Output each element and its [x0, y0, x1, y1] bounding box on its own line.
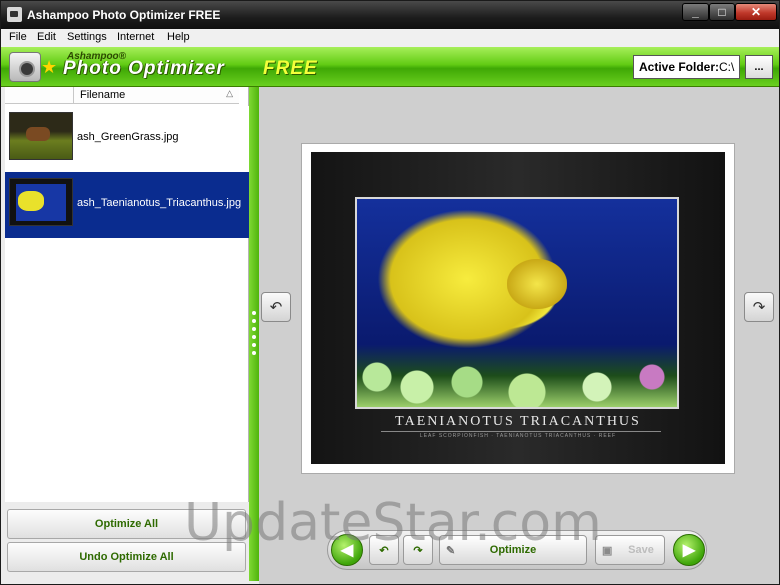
thumbnail-image — [9, 112, 73, 160]
brand-free: FREE — [263, 58, 318, 79]
floppy-icon: ▣ — [602, 544, 613, 557]
file-name: ash_Taenianotus_Triacanthus.jpg — [77, 197, 242, 209]
splitter-grip-icon — [252, 335, 256, 339]
close-button[interactable]: ✕ — [735, 3, 777, 21]
close-icon: ✕ — [750, 5, 762, 19]
active-folder-value: C:\ — [719, 60, 735, 74]
menu-help[interactable]: Help — [167, 31, 190, 43]
menu-settings[interactable]: Settings — [67, 31, 107, 43]
camera-logo-icon — [9, 52, 41, 82]
rotate-right-icon: ↷ — [752, 299, 766, 316]
photo-caption: TAENIANOTUS TRIACANTHUS — [395, 414, 641, 429]
list-item-selected[interactable]: ash_Taenianotus_Triacanthus.jpg — [5, 172, 249, 238]
rotate-left-icon: ↶ — [269, 299, 283, 316]
splitter-grip-icon — [252, 319, 256, 323]
title-bar: Ashampoo Photo Optimizer FREE _ □ ✕ — [1, 1, 779, 29]
window-title: Ashampoo Photo Optimizer FREE — [27, 8, 221, 22]
menu-file[interactable]: File — [9, 31, 27, 43]
photo-subcaption: LEAF SCORPIONFISH · TAENIANOTUS TRIACANT… — [419, 433, 617, 439]
thumbnail-image — [9, 178, 73, 226]
app-window: Ashampoo Photo Optimizer FREE _ □ ✕ File… — [0, 0, 780, 585]
arrow-right-icon: ▶ — [682, 542, 696, 559]
coral-shape — [357, 337, 677, 407]
next-image-button[interactable]: ↷ — [744, 292, 774, 322]
menu-internet[interactable]: Internet — [117, 31, 154, 43]
file-list: Filename △ ash_GreenGrass.jpg ash_Taenia… — [5, 87, 249, 502]
caption-divider — [381, 431, 661, 432]
active-folder-label: Active Folder: — [639, 60, 720, 74]
column-header-filename[interactable]: Filename △ — [73, 87, 239, 104]
maximize-icon: □ — [718, 5, 726, 19]
menu-edit[interactable]: Edit — [37, 31, 56, 43]
sort-icon: △ — [226, 88, 233, 98]
brand-name: Photo Optimizer — [63, 58, 225, 79]
splitter-grip-icon — [252, 351, 256, 355]
splitter-grip-icon — [252, 311, 256, 315]
minimize-icon: _ — [692, 5, 699, 19]
column-header-label: Filename — [80, 89, 126, 101]
splitter-grip-icon — [252, 343, 256, 347]
next-file-button[interactable]: ▶ — [673, 534, 705, 566]
minimize-button[interactable]: _ — [682, 3, 709, 21]
save-button[interactable]: ▣ Save — [595, 535, 665, 565]
active-folder-field[interactable]: Active Folder: C:\ — [633, 55, 740, 79]
watermark-text: UpdateStar.com — [184, 493, 602, 553]
previous-image-button[interactable]: ↶ — [261, 292, 291, 322]
save-label: Save — [628, 544, 654, 556]
star-icon: ★ — [41, 57, 58, 77]
browse-folder-button[interactable]: ... — [745, 55, 773, 79]
splitter-grip-icon — [252, 327, 256, 331]
file-name: ash_GreenGrass.jpg — [77, 131, 179, 143]
list-item[interactable]: ash_GreenGrass.jpg — [5, 106, 249, 172]
menu-bar: File Edit Settings Internet Help — [1, 29, 779, 47]
maximize-button[interactable]: □ — [709, 3, 735, 21]
fish-head-shape — [507, 259, 567, 309]
preview-image — [355, 197, 679, 409]
file-list-header: Filename △ — [5, 87, 239, 104]
app-icon — [7, 7, 22, 22]
